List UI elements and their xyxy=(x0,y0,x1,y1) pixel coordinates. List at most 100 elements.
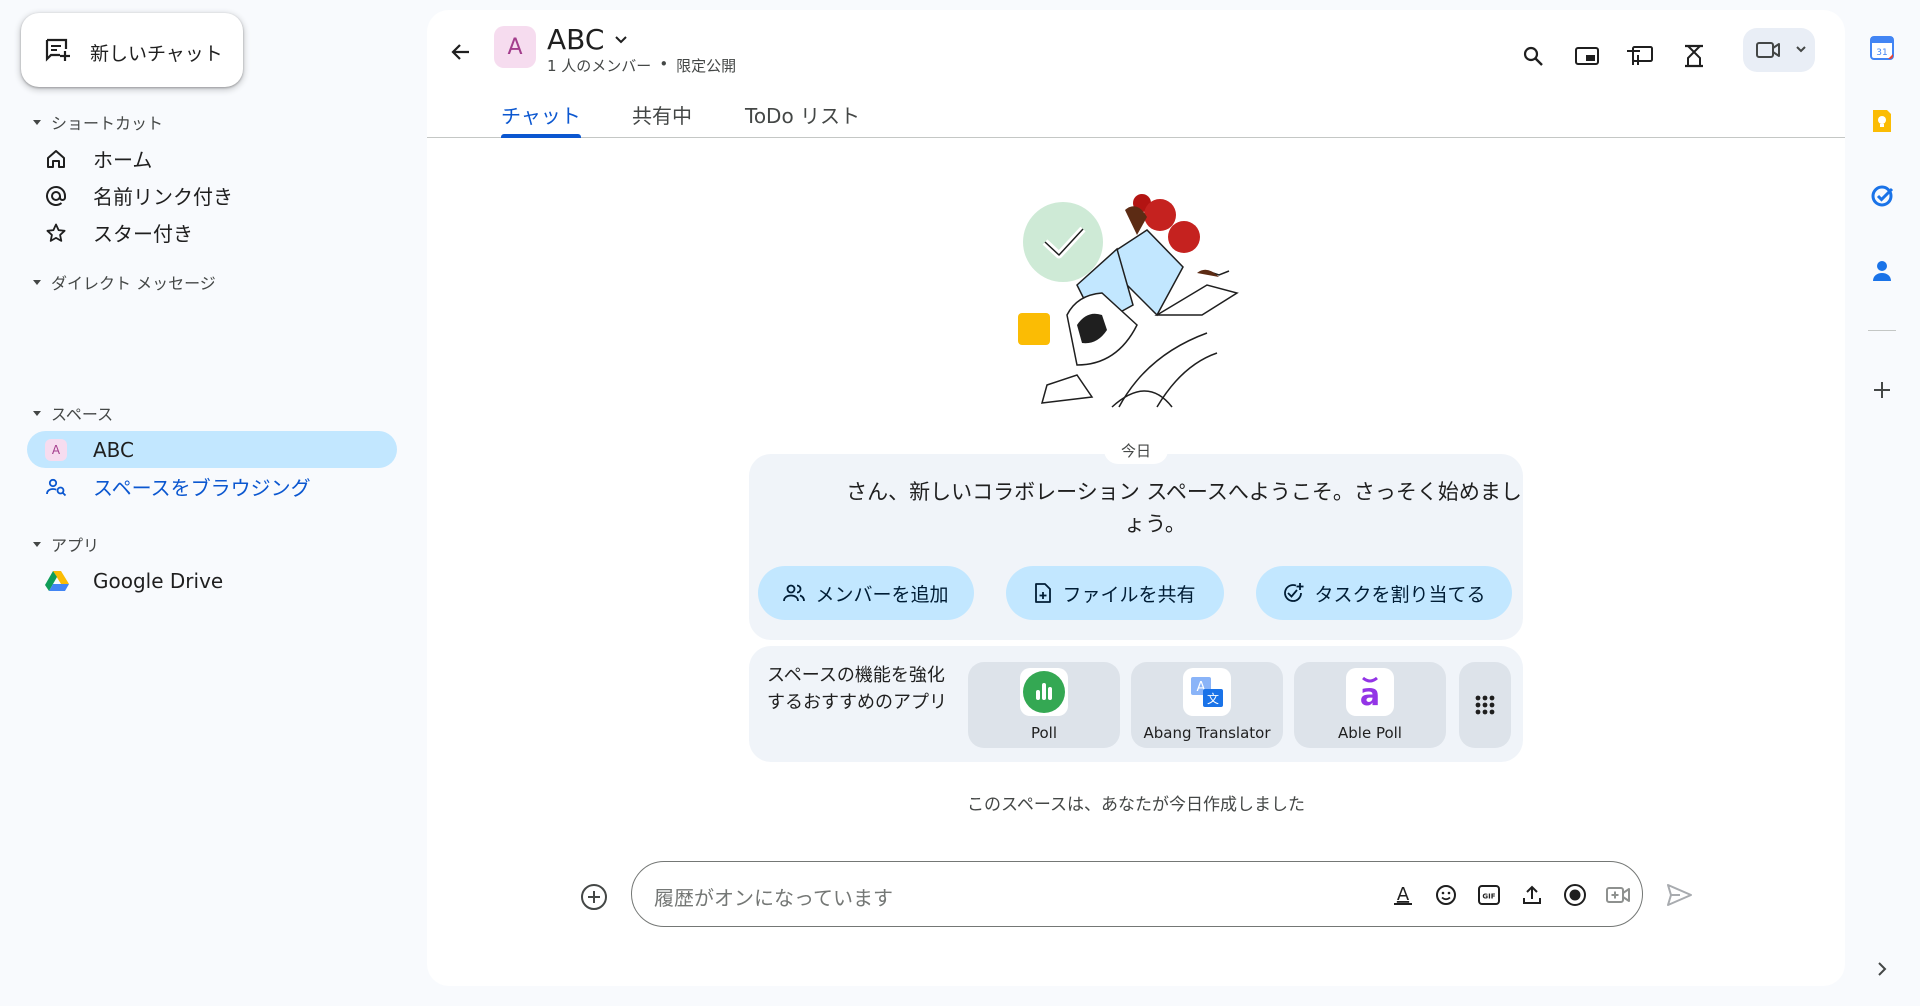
share-file-label: ファイルを共有 xyxy=(1062,583,1196,606)
date-divider: 今日 xyxy=(1104,436,1168,464)
direct-messages-section-title: ダイレクト メッセージ xyxy=(51,274,216,293)
chevron-down-icon xyxy=(1795,46,1807,54)
shortcuts-section-toggle[interactable]: ショートカット xyxy=(28,110,163,134)
recommended-apps-card: スペースの機能を強化するおすすめのアプリ Poll A文 Abang Trans… xyxy=(749,646,1523,762)
browse-spaces-icon xyxy=(45,476,67,498)
add-attachment-button[interactable] xyxy=(579,882,611,914)
chevron-down-icon xyxy=(614,35,628,45)
sidebar-item-label: スター付き xyxy=(93,222,193,246)
message-composer[interactable]: 履歴がオンになっています A GIF xyxy=(631,861,1643,927)
present-icon xyxy=(1626,44,1654,68)
assign-task-button[interactable]: タスクを割り当てる xyxy=(1256,566,1512,620)
google-calendar-icon[interactable]: 31 xyxy=(1866,32,1898,64)
rail-divider xyxy=(1868,330,1896,331)
apps-grid-icon xyxy=(1474,694,1496,716)
tab-shared[interactable]: 共有中 xyxy=(632,100,692,138)
new-chat-label: 新しいチャット xyxy=(90,43,223,65)
page-title: ABC xyxy=(547,23,605,56)
emoji-icon[interactable] xyxy=(1433,882,1459,908)
add-task-icon xyxy=(1282,582,1304,604)
add-members-label: メンバーを追加 xyxy=(815,583,949,606)
redacted-username xyxy=(788,482,847,504)
space-title-dropdown[interactable]: ABC xyxy=(547,23,628,56)
sidebar-item-space-abc[interactable]: A ABC xyxy=(27,431,397,468)
new-chat-icon xyxy=(45,38,71,62)
sidebar-item-label: ホーム xyxy=(93,148,153,172)
send-icon xyxy=(1664,880,1694,910)
sidebar-item-google-drive[interactable]: Google Drive xyxy=(27,562,397,599)
video-camera-icon xyxy=(1755,40,1781,60)
video-call-button[interactable] xyxy=(1743,28,1815,72)
direct-messages-section-toggle[interactable]: ダイレクト メッセージ xyxy=(28,270,216,294)
add-video-meeting-icon[interactable] xyxy=(1605,882,1631,908)
app-tile-abang-translator[interactable]: A文 Abang Translator xyxy=(1131,662,1283,748)
record-icon[interactable] xyxy=(1562,882,1588,908)
picture-in-picture-button[interactable] xyxy=(1567,36,1607,76)
at-sign-icon xyxy=(45,185,67,207)
left-sidebar: 新しいチャット ショートカット ホーム 名前リンク付き スター付き ダイレクト … xyxy=(0,0,410,1006)
apps-section-title: アプリ xyxy=(51,536,100,555)
sidebar-item-mentions[interactable]: 名前リンク付き xyxy=(27,177,397,214)
share-file-button[interactable]: ファイルを共有 xyxy=(1006,566,1224,620)
gif-icon[interactable]: GIF xyxy=(1476,882,1502,908)
welcome-card: さん、新しいコラボレーション スペースへようこそ。さっそく始めましょう。 メンバ… xyxy=(749,454,1523,640)
visibility-label: 限定公開 xyxy=(676,57,737,75)
present-button[interactable] xyxy=(1620,36,1660,76)
back-arrow-icon[interactable] xyxy=(447,38,475,66)
activity-button[interactable] xyxy=(1674,36,1714,76)
google-keep-icon[interactable] xyxy=(1866,105,1898,137)
space-avatar: A xyxy=(494,26,536,68)
svg-text:文: 文 xyxy=(1207,691,1219,706)
send-button[interactable] xyxy=(1664,880,1694,910)
upload-icon[interactable] xyxy=(1519,882,1545,908)
add-members-button[interactable]: メンバーを追加 xyxy=(758,566,974,620)
add-addon-icon[interactable] xyxy=(1866,374,1898,406)
hourglass-icon xyxy=(1683,44,1705,68)
sidebar-item-label: 名前リンク付き xyxy=(93,185,233,209)
collapse-triangle-icon xyxy=(33,119,41,125)
chevron-right-icon[interactable] xyxy=(1866,953,1898,985)
assign-task-label: タスクを割り当てる xyxy=(1314,583,1486,606)
poll-app-icon xyxy=(1020,668,1068,716)
picture-in-picture-icon xyxy=(1574,45,1600,67)
star-icon xyxy=(45,222,67,244)
google-drive-icon xyxy=(45,570,69,592)
add-people-icon xyxy=(783,583,806,603)
new-chat-button[interactable]: 新しいチャット xyxy=(21,13,243,87)
app-tile-poll[interactable]: Poll xyxy=(968,662,1120,748)
svg-text:a: a xyxy=(1360,678,1380,712)
collapse-triangle-icon xyxy=(33,410,41,416)
collapse-triangle-icon xyxy=(33,279,41,285)
sidebar-item-label: ABC xyxy=(93,437,135,462)
sidebar-item-browse-spaces[interactable]: スペースをブラウジング xyxy=(27,468,397,505)
apps-section-toggle[interactable]: アプリ xyxy=(28,532,99,556)
google-tasks-icon[interactable] xyxy=(1866,180,1898,212)
spaces-section-toggle[interactable]: スペース xyxy=(28,401,113,425)
svg-text:31: 31 xyxy=(1876,48,1887,58)
welcome-illustration xyxy=(1007,175,1267,415)
tab-todo-list[interactable]: ToDo リスト xyxy=(745,100,860,138)
message-input[interactable]: 履歴がオンになっています xyxy=(654,882,893,911)
shortcuts-section-title: ショートカット xyxy=(51,114,164,133)
app-tile-able-poll[interactable]: a Able Poll xyxy=(1294,662,1446,748)
spaces-section-title: スペース xyxy=(51,405,114,424)
chat-space-panel: A ABC 1 人のメンバー • 限定公開 チャット 共有中 ToDo リスト xyxy=(427,10,1845,986)
app-name: Able Poll xyxy=(1338,724,1402,742)
sidebar-item-label: スペースをブラウジング xyxy=(93,476,311,500)
space-tabs: チャット 共有中 ToDo リスト xyxy=(427,98,1845,138)
plus-circle-icon xyxy=(579,882,611,912)
sidebar-item-label: Google Drive xyxy=(93,568,224,593)
translator-app-icon: A文 xyxy=(1183,668,1231,716)
tab-chat[interactable]: チャット xyxy=(501,100,581,138)
file-add-icon xyxy=(1034,582,1052,604)
subtitle-separator: • xyxy=(659,55,669,73)
space-subtitle: 1 人のメンバー • 限定公開 xyxy=(547,55,736,76)
able-poll-app-icon: a xyxy=(1346,668,1394,716)
search-button[interactable] xyxy=(1513,36,1553,76)
sidebar-item-starred[interactable]: スター付き xyxy=(27,214,397,251)
sidebar-item-home[interactable]: ホーム xyxy=(27,140,397,177)
recommended-apps-text: スペースの機能を強化するおすすめのアプリ xyxy=(767,665,947,713)
google-contacts-icon[interactable] xyxy=(1866,255,1898,287)
text-format-icon[interactable]: A xyxy=(1390,882,1416,908)
more-apps-button[interactable] xyxy=(1459,662,1511,748)
